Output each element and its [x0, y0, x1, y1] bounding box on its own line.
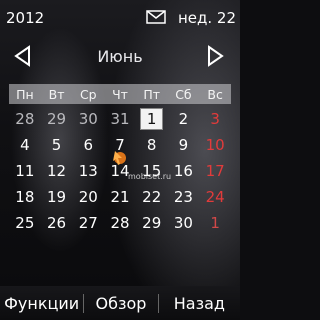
softkey-bar: Функции Обзор Назад: [0, 286, 240, 320]
calendar-day-weekend[interactable]: 17: [199, 158, 231, 184]
calendar-day[interactable]: 28: [104, 210, 136, 236]
calendar-day[interactable]: 11: [9, 158, 41, 184]
calendar-day[interactable]: 21: [104, 184, 136, 210]
calendar-day[interactable]: 4: [9, 132, 41, 158]
weekday-header: Пн Вт Ср Чт Пт Сб Вс: [9, 84, 231, 104]
weekday-label: Пт: [143, 86, 161, 102]
calendar-day[interactable]: 30: [168, 210, 200, 236]
envelope-icon: [146, 10, 166, 24]
weekday-label: Чт: [112, 86, 128, 102]
overview-softkey[interactable]: Обзор: [83, 293, 159, 313]
calendar-day[interactable]: 30: [72, 106, 104, 132]
weekday-label: Сб: [175, 86, 192, 102]
watermark-text: mobiset.ru: [128, 172, 172, 181]
calendar-day-weekend[interactable]: 24: [199, 184, 231, 210]
week-number-label: нед. 22: [177, 9, 236, 27]
calendar-day-weekend[interactable]: 1: [199, 210, 231, 236]
weekday-label: Вт: [48, 86, 65, 102]
orange-pointer-icon: [113, 151, 126, 165]
calendar-day-weekend[interactable]: 3: [199, 106, 231, 132]
weekday-label: Вс: [207, 86, 223, 102]
calendar-day[interactable]: 26: [41, 210, 73, 236]
calendar-day-weekend[interactable]: 10: [199, 132, 231, 158]
back-softkey[interactable]: Назад: [159, 294, 240, 313]
days-grid: 28 29 30 31 1 2 3 4 5 6 7 8 9 10 11 12 1…: [9, 106, 231, 236]
calendar-day[interactable]: 9: [168, 132, 200, 158]
calendar-day[interactable]: 16: [168, 158, 200, 184]
calendar-day[interactable]: 5: [41, 132, 73, 158]
calendar-day[interactable]: 13: [72, 158, 104, 184]
functions-softkey[interactable]: Функции: [0, 294, 83, 313]
calendar-day[interactable]: 12: [41, 158, 73, 184]
calendar-day[interactable]: 2: [168, 106, 200, 132]
year-label: 2012: [6, 9, 45, 27]
triangle-right-icon[interactable]: [204, 44, 226, 68]
calendar-day[interactable]: 27: [72, 210, 104, 236]
calendar-day[interactable]: 20: [72, 184, 104, 210]
weekday-label: Пн: [16, 86, 34, 102]
calendar-day[interactable]: 19: [41, 184, 73, 210]
calendar-day[interactable]: 29: [41, 106, 73, 132]
calendar-day[interactable]: 6: [72, 132, 104, 158]
calendar-day[interactable]: 22: [136, 184, 168, 210]
calendar-day[interactable]: 28: [9, 106, 41, 132]
calendar-day[interactable]: 29: [136, 210, 168, 236]
calendar-day[interactable]: 18: [9, 184, 41, 210]
month-navigation: Июнь: [0, 38, 240, 74]
weekday-label: Ср: [79, 86, 97, 102]
calendar-day[interactable]: 31: [104, 106, 136, 132]
calendar-day[interactable]: 8: [136, 132, 168, 158]
calendar-day-selected[interactable]: 1: [136, 106, 168, 132]
calendar-day[interactable]: 23: [168, 184, 200, 210]
status-bar: 2012 нед. 22: [0, 0, 240, 34]
calendar-day[interactable]: 25: [9, 210, 41, 236]
